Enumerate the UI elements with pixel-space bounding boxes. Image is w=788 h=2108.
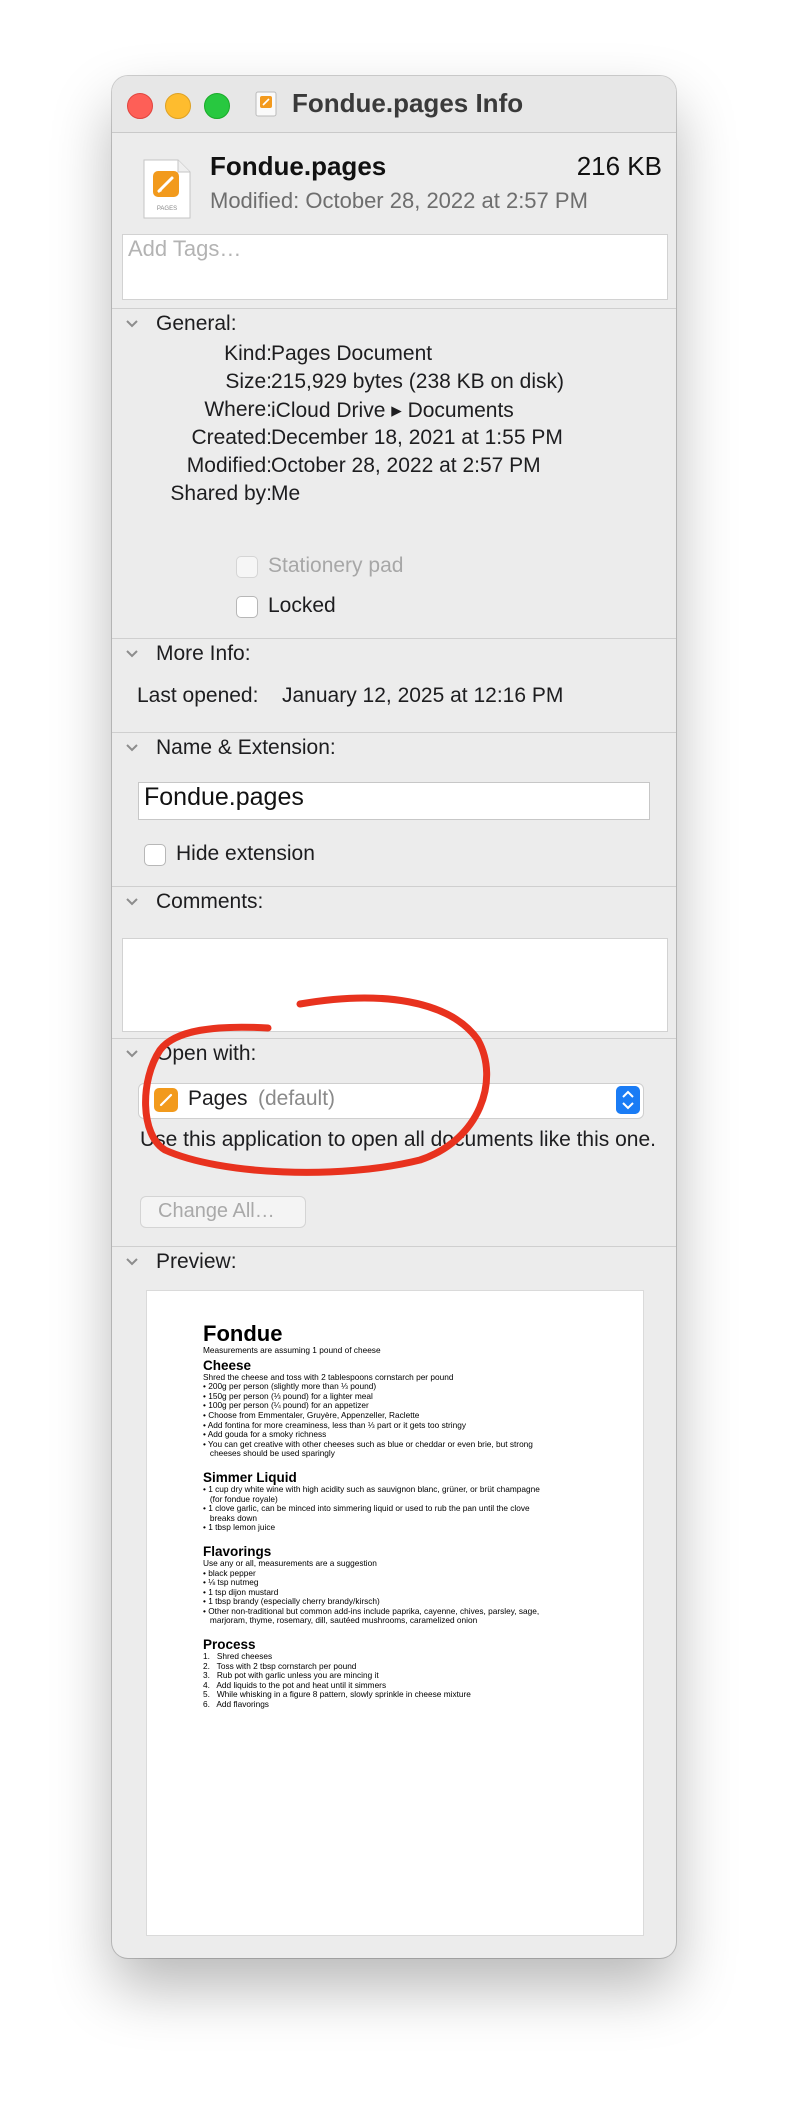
kind-value: Pages Document <box>271 342 433 365</box>
chevron-up-down-icon[interactable] <box>616 1086 640 1114</box>
chevron-down-icon <box>126 744 138 752</box>
divider <box>112 732 676 733</box>
locked-checkbox[interactable] <box>236 596 258 618</box>
title-bar[interactable]: Fondue.pages Info <box>112 76 676 133</box>
minimize-button[interactable] <box>165 93 191 119</box>
more-info-title: More Info: <box>156 642 251 665</box>
chevron-down-icon <box>126 1258 138 1266</box>
shared-by-value: Me <box>271 482 301 505</box>
hide-extension-label: Hide extension <box>176 842 315 865</box>
size-value: 215,929 bytes (238 KB on disk) <box>271 370 565 393</box>
last-opened-value: January 12, 2025 at 12:16 PM <box>282 684 564 707</box>
divider <box>112 308 676 309</box>
open-with-title: Open with: <box>156 1042 257 1065</box>
comments-field[interactable] <box>122 938 668 1032</box>
file-name: Fondue.pages <box>210 151 387 181</box>
size-label: Size: <box>225 370 272 393</box>
divider <box>112 1038 676 1039</box>
created-value: December 18, 2021 at 1:55 PM <box>271 426 563 449</box>
divider <box>112 638 676 639</box>
modified-date: Modified: October 28, 2022 at 2:57 PM <box>210 188 588 213</box>
divider <box>112 886 676 887</box>
doc-simmer-body: • 1 cup dry white wine with high acidity… <box>203 1483 540 1533</box>
doc-simmer-heading: Simmer Liquid <box>203 1469 297 1485</box>
zoom-button[interactable] <box>204 93 230 119</box>
file-size: 216 KB <box>576 151 662 181</box>
chevron-down-icon <box>126 1050 138 1058</box>
general-title: General: <box>156 312 237 335</box>
open-with-description: Use this application to open all documen… <box>140 1128 656 1151</box>
where-value: iCloud Drive ▸ Documents <box>271 399 514 422</box>
locked-label: Locked <box>268 594 336 617</box>
open-with-app: Pages <box>188 1087 248 1110</box>
name-extension-title: Name & Extension: <box>156 736 336 759</box>
modified-value: October 28, 2022 at 2:57 PM <box>271 454 541 477</box>
stationery-pad-checkbox[interactable] <box>236 556 258 578</box>
doc-flavorings-heading: Flavorings <box>203 1543 272 1559</box>
pages-file-icon: PAGES <box>143 159 191 219</box>
chevron-down-icon <box>126 898 138 906</box>
created-label: Created: <box>191 426 272 449</box>
modified-label: Modified: <box>186 454 272 477</box>
doc-cheese-body: Shred the cheese and toss with 2 tablesp… <box>203 1371 533 1459</box>
open-with-default: (default) <box>258 1087 336 1110</box>
name-value: Fondue.pages <box>144 783 304 811</box>
pages-document-icon <box>255 91 277 117</box>
where-label: Where: <box>204 398 272 421</box>
doc-flavorings-body: Use any or all, measurements are a sugge… <box>203 1557 540 1626</box>
doc-process-heading: Process <box>203 1637 256 1653</box>
doc-title: Fondue <box>203 1321 283 1346</box>
svg-text:PAGES: PAGES <box>157 206 177 212</box>
chevron-down-icon <box>126 650 138 658</box>
info-window: Fondue.pages Info PAGES Fondue.pages 216… <box>112 76 676 1958</box>
stationery-pad-label: Stationery pad <box>268 554 404 577</box>
doc-process-body: 1. Shred cheeses 2. Toss with 2 tbsp cor… <box>203 1651 471 1710</box>
divider <box>112 1246 676 1247</box>
doc-cheese-heading: Cheese <box>203 1357 252 1373</box>
comments-title: Comments: <box>156 890 264 913</box>
hide-extension-checkbox[interactable] <box>144 844 166 866</box>
doc-subtitle: Measurements are assuming 1 pound of che… <box>203 1345 381 1355</box>
shared-by-label: Shared by: <box>170 482 272 505</box>
close-button[interactable] <box>127 93 153 119</box>
kind-label: Kind: <box>224 342 272 365</box>
document-preview: Fondue Measurements are assuming 1 pound… <box>203 1322 583 1710</box>
change-all-label: Change All… <box>158 1200 275 1222</box>
window-title: Fondue.pages Info <box>292 88 524 118</box>
pages-app-icon <box>154 1088 178 1112</box>
tags-placeholder: Add Tags… <box>128 236 242 261</box>
chevron-down-icon <box>126 320 138 328</box>
last-opened-label: Last opened: <box>137 684 259 707</box>
preview-title: Preview: <box>156 1250 237 1273</box>
